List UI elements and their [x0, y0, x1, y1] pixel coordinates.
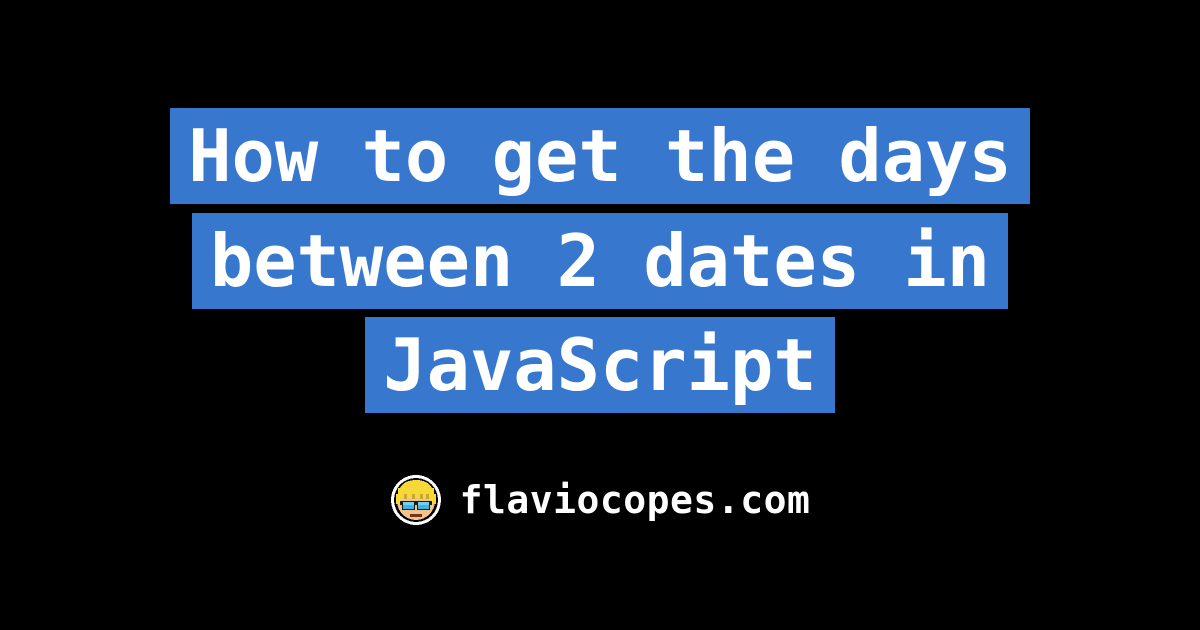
- site-label: flaviocopes.com: [460, 478, 811, 522]
- avatar-icon: [390, 474, 442, 526]
- title-text: How to get the days between 2 dates in J…: [170, 108, 1030, 413]
- page-title: How to get the days between 2 dates in J…: [90, 104, 1110, 417]
- footer: flaviocopes.com: [390, 474, 811, 526]
